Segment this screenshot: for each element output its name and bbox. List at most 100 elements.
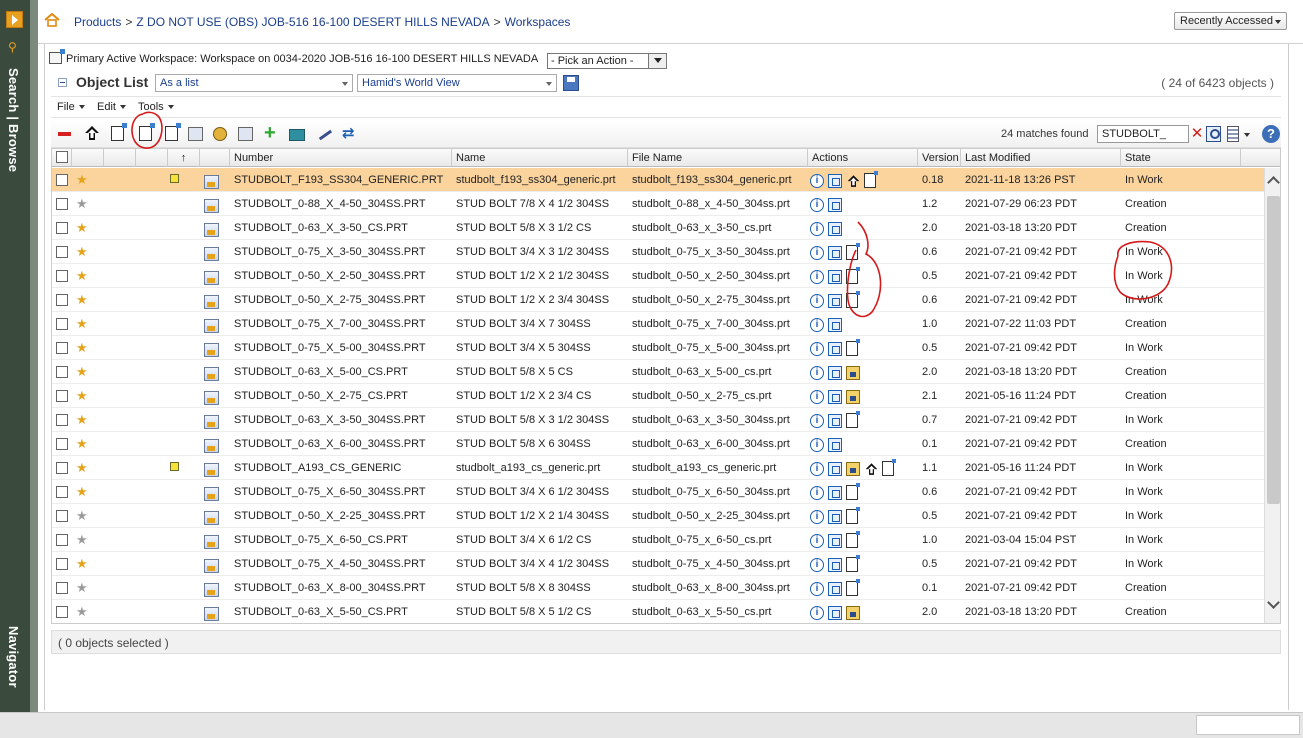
view-icon[interactable] xyxy=(828,270,842,284)
note-icon[interactable] xyxy=(170,174,179,183)
collapse-toggle-icon[interactable] xyxy=(58,78,67,87)
table-row[interactable]: ★ STUDBOLT_0-63_X_5-50_CS.PRT STUD BOLT 5/… xyxy=(52,600,1264,623)
info-icon[interactable]: i xyxy=(810,534,824,548)
row-checkbox[interactable] xyxy=(56,198,68,210)
table-row[interactable]: ★ STUDBOLT_0-75_X_6-50_304SS.PRT STUD BOLT… xyxy=(52,480,1264,504)
row-checkbox[interactable] xyxy=(56,342,68,354)
favorite-star-icon[interactable]: ★ xyxy=(76,456,88,480)
table-row[interactable]: ★ STUDBOLT_0-63_X_8-00_304SS.PRT STUD BOLT… xyxy=(52,576,1264,600)
row-number[interactable]: STUDBOLT_0-63_X_8-00_304SS.PRT xyxy=(234,576,452,600)
check-in-icon[interactable] xyxy=(864,462,879,477)
row-checkbox[interactable] xyxy=(56,246,68,258)
search-browse-tab[interactable]: Search | Browse xyxy=(6,68,21,172)
check-out-icon[interactable] xyxy=(846,579,860,596)
display-mode-select[interactable]: As a list xyxy=(155,74,353,92)
edit-menu[interactable]: Edit xyxy=(97,101,126,113)
info-icon[interactable]: i xyxy=(810,558,824,572)
row-number[interactable]: STUDBOLT_0-63_X_3-50_304SS.PRT xyxy=(234,408,452,432)
favorite-header[interactable] xyxy=(72,149,104,167)
favorite-star-icon[interactable]: ★ xyxy=(76,552,88,576)
table-row[interactable]: ★ STUDBOLT_0-50_X_2-50_304SS.PRT STUD BOLT… xyxy=(52,264,1264,288)
folder-icon[interactable] xyxy=(289,129,305,141)
cad-icon[interactable] xyxy=(846,390,860,404)
view-icon[interactable] xyxy=(828,318,842,332)
row-number[interactable]: STUDBOLT_0-75_X_6-50_CS.PRT xyxy=(234,528,452,552)
row-checkbox[interactable] xyxy=(56,270,68,282)
info-icon[interactable]: i xyxy=(810,462,824,476)
row-checkbox[interactable] xyxy=(56,558,68,570)
info-icon[interactable]: i xyxy=(810,294,824,308)
vertical-scrollbar[interactable] xyxy=(1264,168,1280,623)
row-number[interactable]: STUDBOLT_0-75_X_4-50_304SS.PRT xyxy=(234,552,452,576)
check-out-icon[interactable] xyxy=(846,267,860,284)
add-icon[interactable]: + xyxy=(264,123,282,143)
status-header[interactable] xyxy=(104,149,136,167)
row-checkbox[interactable] xyxy=(56,318,68,330)
favorite-star-icon[interactable]: ★ xyxy=(76,264,88,288)
row-checkbox[interactable] xyxy=(56,606,68,618)
state-column-header[interactable]: State xyxy=(1121,149,1241,167)
favorite-star-icon[interactable]: ★ xyxy=(76,528,88,552)
table-row[interactable]: ★ STUDBOLT_0-75_X_6-50_CS.PRT STUD BOLT 3/… xyxy=(52,528,1264,552)
row-checkbox[interactable] xyxy=(56,486,68,498)
breadcrumb-products-link[interactable]: Products xyxy=(74,15,121,29)
view-icon[interactable] xyxy=(828,534,842,548)
scroll-down-icon[interactable] xyxy=(1267,596,1280,609)
row-checkbox[interactable] xyxy=(56,534,68,546)
update-icon[interactable] xyxy=(188,127,203,141)
check-out-icon[interactable] xyxy=(846,507,860,524)
favorite-star-icon[interactable]: ★ xyxy=(76,408,88,432)
view-icon[interactable] xyxy=(828,222,842,236)
row-number[interactable]: STUDBOLT_A193_CS_GENERIC xyxy=(234,456,452,480)
favorite-star-icon[interactable]: ★ xyxy=(76,384,88,408)
home-icon[interactable] xyxy=(44,13,60,27)
view-icon[interactable] xyxy=(828,342,842,356)
info-icon[interactable]: i xyxy=(810,246,824,260)
view-icon[interactable] xyxy=(828,414,842,428)
view-select[interactable]: Hamid's World View xyxy=(357,74,557,92)
app-logo-icon[interactable] xyxy=(6,11,23,28)
table-row[interactable]: ★ STUDBOLT_0-75_X_3-50_304SS.PRT STUD BOLT… xyxy=(52,240,1264,264)
table-row[interactable]: ★ STUDBOLT_0-63_X_5-00_CS.PRT STUD BOLT 5/… xyxy=(52,360,1264,384)
table-row[interactable]: ★ STUDBOLT_0-50_X_2-25_304SS.PRT STUD BOLT… xyxy=(52,504,1264,528)
pick-action-select[interactable]: - Pick an Action - xyxy=(547,53,667,69)
table-row[interactable]: ★ STUDBOLT_0-75_X_4-50_304SS.PRT STUD BOLT… xyxy=(52,552,1264,576)
row-checkbox[interactable] xyxy=(56,390,68,402)
cad-icon[interactable] xyxy=(846,606,860,620)
breadcrumb-workspaces-link[interactable]: Workspaces xyxy=(505,15,571,29)
favorite-star-icon[interactable]: ★ xyxy=(76,432,88,456)
search-input[interactable] xyxy=(1097,125,1189,143)
favorite-star-icon[interactable]: ★ xyxy=(76,504,88,528)
row-number[interactable]: STUDBOLT_0-50_X_2-75_304SS.PRT xyxy=(234,288,452,312)
row-checkbox[interactable] xyxy=(56,366,68,378)
row-checkbox[interactable] xyxy=(56,438,68,450)
help-icon[interactable]: ? xyxy=(1262,125,1280,143)
view-icon[interactable] xyxy=(828,558,842,572)
table-row[interactable]: ★ STUDBOLT_0-75_X_5-00_304SS.PRT STUD BOLT… xyxy=(52,336,1264,360)
chevron-down-icon[interactable] xyxy=(1244,133,1250,137)
row-checkbox[interactable] xyxy=(56,174,68,186)
view-icon[interactable] xyxy=(828,246,842,260)
row-checkbox[interactable] xyxy=(56,462,68,474)
favorite-star-icon[interactable]: ★ xyxy=(76,576,88,600)
select-all-header[interactable] xyxy=(52,149,72,167)
row-number[interactable]: STUDBOLT_F193_SS304_GENERIC.PRT xyxy=(234,168,452,192)
row-checkbox[interactable] xyxy=(56,582,68,594)
row-number[interactable]: STUDBOLT_0-50_X_2-75_CS.PRT xyxy=(234,384,452,408)
row-checkbox[interactable] xyxy=(56,510,68,522)
number-column-header[interactable]: Number xyxy=(230,149,452,167)
favorite-star-icon[interactable]: ★ xyxy=(76,288,88,312)
save-view-icon[interactable] xyxy=(563,75,579,91)
check-out-icon[interactable] xyxy=(846,291,860,308)
favorite-star-icon[interactable]: ★ xyxy=(76,192,88,216)
version-column-header[interactable]: Version xyxy=(918,149,961,167)
columns-icon[interactable] xyxy=(1227,126,1239,142)
favorite-star-icon[interactable]: ★ xyxy=(76,336,88,360)
actions-column-header[interactable]: Actions xyxy=(808,149,918,167)
view-icon[interactable] xyxy=(828,174,842,188)
tools-menu[interactable]: Tools xyxy=(138,101,174,113)
info-icon[interactable]: i xyxy=(810,582,824,596)
row-number[interactable]: STUDBOLT_0-63_X_3-50_CS.PRT xyxy=(234,216,452,240)
name-column-header[interactable]: Name xyxy=(452,149,628,167)
recently-accessed-dropdown[interactable]: Recently Accessed xyxy=(1174,12,1287,30)
